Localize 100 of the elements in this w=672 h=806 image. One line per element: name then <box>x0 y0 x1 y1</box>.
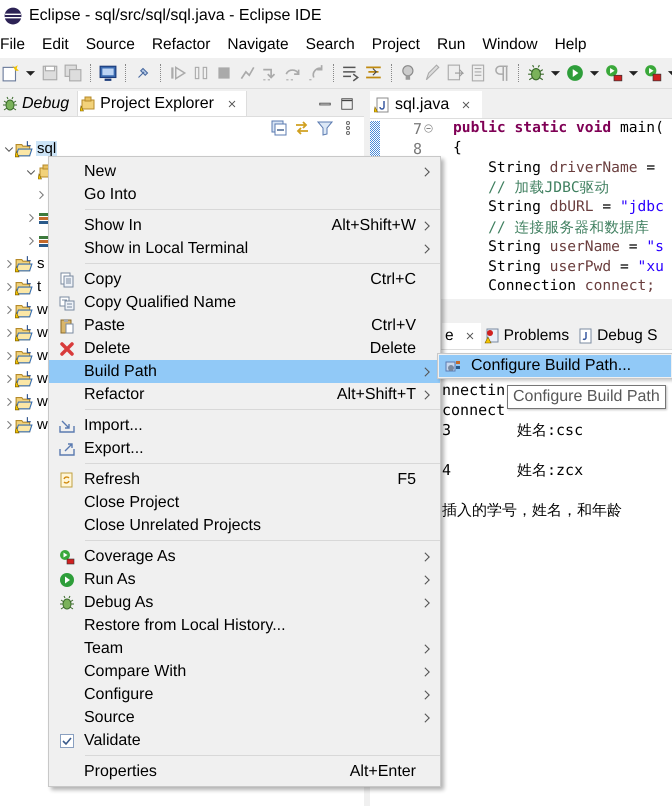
menu-item[interactable]: Source <box>49 706 440 729</box>
code-line: String userPwd = "xu <box>487 258 664 277</box>
menu-item[interactable]: Run <box>436 36 474 54</box>
code-line: // 连接服务器和数据库 <box>487 218 651 238</box>
tree-item[interactable]: w <box>36 394 49 409</box>
coverage-icon <box>58 548 74 564</box>
folder-icon <box>80 96 96 112</box>
menu-item[interactable]: Configure Build Path... <box>439 355 671 377</box>
console-text: 姓名:zcx <box>517 460 584 480</box>
build-path-icon <box>445 358 461 374</box>
menu-item[interactable]: Navigate <box>227 36 297 54</box>
bug-icon[interactable] <box>527 64 545 82</box>
menu-item[interactable]: Refactor Alt+Shift+T <box>49 383 440 406</box>
bug-icon <box>2 96 18 112</box>
menu-item[interactable]: Run As <box>49 568 440 591</box>
document-icon[interactable] <box>446 64 464 82</box>
code-line: String dbURL = "jdbc <box>487 198 664 218</box>
tree-item[interactable]: w <box>36 371 49 386</box>
import-icon <box>58 418 74 434</box>
tree-item[interactable]: w <box>36 302 49 317</box>
coverage-icon[interactable] <box>605 64 623 82</box>
tree-item[interactable]: w <box>36 348 49 363</box>
menu-item[interactable]: Copy Ctrl+C <box>49 268 440 291</box>
tooltip: Configure Build Path <box>507 385 666 409</box>
tree-item[interactable]: s <box>36 256 46 271</box>
project-folder-icon <box>15 140 33 158</box>
view-tab[interactable]: Debug S <box>574 323 662 349</box>
menu-item[interactable]: Go Into <box>49 183 440 206</box>
window-title: Eclipse - sql/src/sql/sql.java - Eclipse IDE <box>29 7 322 25</box>
link-arrows-icon[interactable] <box>294 120 310 136</box>
console-text: 3 <box>442 420 452 440</box>
code-line: String userName = "s <box>487 238 664 257</box>
view-tab[interactable]: e <box>442 323 481 349</box>
menu-item[interactable]: Search <box>306 36 363 54</box>
menu-item[interactable]: Edit <box>42 36 77 54</box>
tree-item[interactable]: w <box>36 417 49 432</box>
refresh-icon <box>58 472 74 488</box>
menu-item[interactable]: Show In Alt+Shift+W <box>49 214 440 237</box>
menu-item[interactable]: Close Unrelated Projects <box>49 514 440 537</box>
console-text: 插入的学号，姓名，和年龄 <box>442 500 622 520</box>
menu-item[interactable]: Project <box>372 36 428 54</box>
menu-item[interactable]: Refactor <box>152 36 218 54</box>
menu-item[interactable]: Show in Local Terminal <box>49 237 440 260</box>
menu-item[interactable]: Team <box>49 637 440 660</box>
maximize-icon[interactable] <box>340 96 354 110</box>
menu-item[interactable]: New <box>49 160 440 183</box>
new-file-icon[interactable] <box>2 64 20 82</box>
menu-item[interactable]: Configure <box>49 683 440 706</box>
checkbox-checked-icon[interactable] <box>58 732 74 748</box>
console-text: nnectin <box>442 380 506 400</box>
menu-item[interactable]: Close Project <box>49 491 440 514</box>
menu-item[interactable]: Copy Qualified Name <box>49 291 440 314</box>
menu-item[interactable]: Restore from Local History... <box>49 614 440 637</box>
project-folder-icon <box>15 370 33 388</box>
monitor-icon[interactable] <box>99 64 117 82</box>
collapse-all-icon[interactable] <box>271 120 287 136</box>
menu-item[interactable]: Source <box>86 36 143 54</box>
close-icon[interactable] <box>464 330 476 342</box>
menu-item[interactable]: Build Path <box>49 360 440 383</box>
delete-icon <box>58 340 74 356</box>
project-folder-icon <box>15 300 33 318</box>
code-line: String driverName = <box>487 158 656 178</box>
tree-item[interactable]: t <box>36 279 42 294</box>
save-icon[interactable] <box>41 64 59 82</box>
java-file-icon <box>374 96 390 112</box>
menu-item[interactable]: Help <box>554 36 594 54</box>
view-tab[interactable]: Project Explorer <box>78 91 247 116</box>
menu-item[interactable]: Coverage As <box>49 545 440 568</box>
tree-item[interactable]: sql <box>36 141 58 156</box>
menu-item[interactable]: Refresh F5 <box>49 468 440 491</box>
fold-icon[interactable] <box>423 123 434 134</box>
menu-item[interactable]: Window <box>482 36 546 54</box>
menu-item[interactable]: File <box>0 36 33 54</box>
menu-item[interactable]: Import... <box>49 414 440 437</box>
close-icon[interactable] <box>460 98 472 110</box>
tree-item[interactable]: w <box>36 325 49 340</box>
filter-icon[interactable] <box>317 120 333 136</box>
menu-item[interactable]: Debug As <box>49 591 440 614</box>
view-tab[interactable]: Problems <box>480 323 574 349</box>
copy-icon <box>58 294 74 310</box>
menu-item[interactable]: Export... <box>49 437 440 460</box>
menu-item[interactable]: Paste Ctrl+V <box>49 314 440 337</box>
menu-item[interactable]: Validate <box>49 729 440 752</box>
eclipse-logo-icon <box>4 7 22 25</box>
external-tools-icon[interactable] <box>644 64 662 82</box>
close-icon[interactable] <box>226 98 238 110</box>
debug-shell-icon <box>577 328 594 344</box>
project-folder-icon <box>15 278 33 296</box>
menu-item[interactable]: Delete Delete <box>49 337 440 360</box>
line-number: 8 <box>412 140 422 158</box>
menu-item[interactable]: Properties Alt+Enter <box>49 760 440 783</box>
menu-item[interactable]: Compare With <box>49 660 440 683</box>
run-icon[interactable] <box>566 64 584 82</box>
editor-tab[interactable]: sql.java <box>370 91 482 118</box>
project-folder-icon <box>15 324 33 342</box>
list-icon[interactable] <box>342 64 360 82</box>
project-folder-icon <box>15 392 33 410</box>
paste-icon <box>58 318 74 334</box>
project-folder-icon <box>15 346 33 364</box>
export-icon <box>58 440 74 456</box>
